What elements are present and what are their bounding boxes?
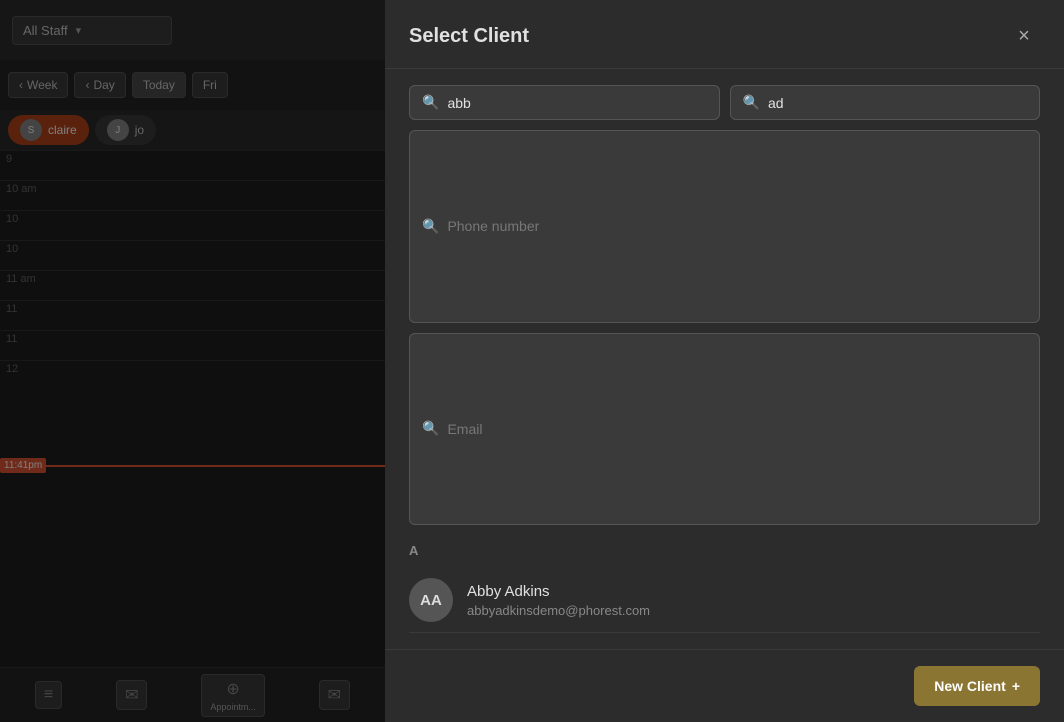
avatar-initials: AA — [420, 592, 442, 609]
search-icon3: 🔍 — [422, 218, 439, 235]
client-info: Abby Adkins abbyadkinsdemo@phorest.com — [467, 583, 650, 618]
client-email: abbyadkinsdemo@phorest.com — [467, 603, 650, 618]
modal-title: Select Client — [409, 25, 529, 48]
search-icon2: 🔍 — [743, 94, 760, 111]
select-client-modal: Select Client × 🔍 🔍 🔍 🔍 A — [385, 0, 1064, 722]
new-client-label: New Client — [934, 678, 1006, 694]
modal-close-button[interactable]: × — [1008, 20, 1040, 52]
modal-footer: New Client + — [385, 649, 1064, 722]
avatar: AA — [409, 578, 453, 622]
search-email-input[interactable] — [447, 421, 1027, 437]
close-icon: × — [1018, 25, 1030, 48]
search-name-input[interactable] — [447, 95, 706, 111]
plus-icon: + — [1012, 678, 1020, 694]
search-icon: 🔍 — [422, 94, 439, 111]
search-phone-input[interactable] — [447, 218, 1027, 234]
modal-body: 🔍 🔍 🔍 🔍 A AA Abby Adkins — [385, 69, 1064, 649]
search-row-name: 🔍 🔍 — [409, 85, 1040, 120]
client-name: Abby Adkins — [467, 583, 650, 600]
search-email-field[interactable]: 🔍 — [409, 333, 1040, 526]
section-letter-a: A — [409, 543, 1040, 558]
client-list-item[interactable]: AA Abby Adkins abbyadkinsdemo@phorest.co… — [409, 568, 1040, 633]
new-client-button[interactable]: New Client + — [914, 666, 1040, 706]
search-name-field[interactable]: 🔍 — [409, 85, 720, 120]
search-phone-field[interactable]: 🔍 — [409, 130, 1040, 323]
search-last-input[interactable] — [768, 95, 1027, 111]
search-icon4: 🔍 — [422, 420, 439, 437]
search-last-field[interactable]: 🔍 — [730, 85, 1041, 120]
modal-header: Select Client × — [385, 0, 1064, 69]
